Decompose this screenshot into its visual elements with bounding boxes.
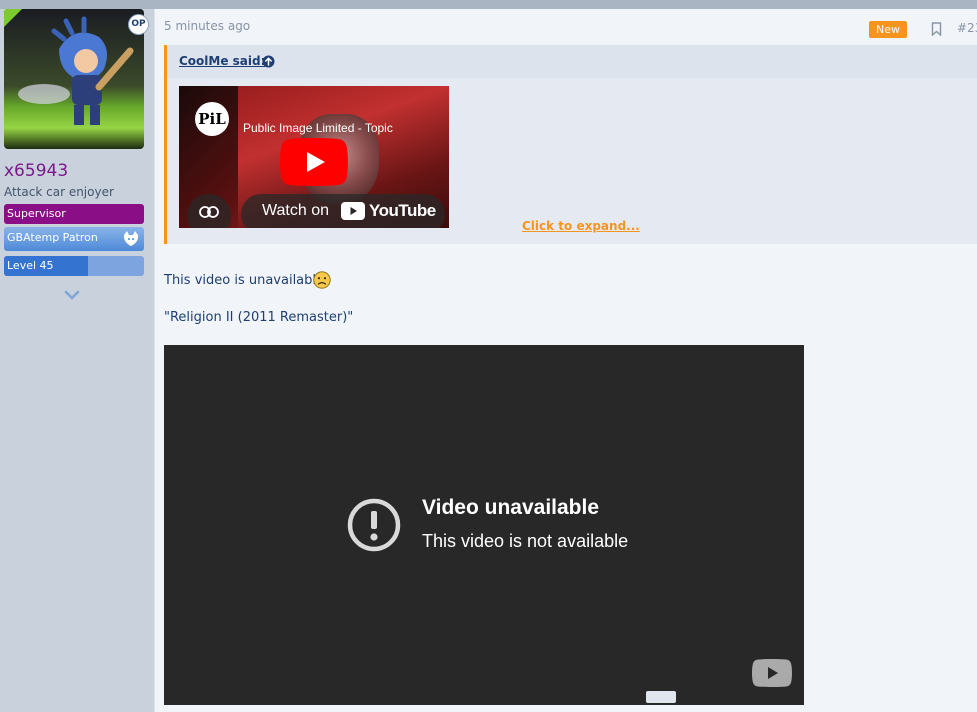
resize-handle[interactable] xyxy=(646,691,676,703)
avatar-character-icon xyxy=(18,16,134,125)
click-to-expand-link[interactable]: Click to expand... xyxy=(522,219,640,233)
youtube-logo-icon[interactable] xyxy=(752,659,792,687)
username[interactable]: x65943 xyxy=(4,161,68,181)
link-icon xyxy=(199,206,219,218)
video-title[interactable]: Public Image Limited - Topic xyxy=(243,121,393,135)
post-number[interactable]: #23 xyxy=(957,21,977,35)
patron-banner: GBAtemp Patron xyxy=(4,227,144,251)
top-strip xyxy=(0,0,977,9)
user-title: Attack car enjoyer xyxy=(4,185,114,199)
chevron-down-icon[interactable] xyxy=(64,289,80,301)
op-badge: OP xyxy=(129,15,148,34)
worried-face-emoji-icon xyxy=(313,271,331,289)
exclamation-circle-icon xyxy=(347,498,401,552)
embed-error-title: Video unavailable xyxy=(422,496,600,519)
quote-author-link[interactable]: CoolMe said: xyxy=(179,54,265,68)
youtube-wordmark: YouTube xyxy=(369,201,436,220)
bookmark-icon[interactable] xyxy=(931,22,942,36)
youtube-logo-icon xyxy=(341,202,365,220)
youtube-video-thumbnail[interactable]: PiL Public Image Limited - Topic Watch o… xyxy=(179,86,449,228)
post-timestamp[interactable]: 5 minutes ago xyxy=(164,19,250,33)
arrow-up-circle-icon[interactable] xyxy=(262,55,275,68)
post: 5 minutes ago New #23 CoolMe said: PiL P… xyxy=(154,9,977,712)
post-text-line: This video is unavailable xyxy=(164,273,325,288)
supervisor-banner-label: Supervisor xyxy=(7,207,66,220)
user-sidebar: OP x65943 Attack car enjoyer Supervisor … xyxy=(0,9,150,712)
watch-on-label: Watch on xyxy=(262,202,329,219)
quote-block: CoolMe said: PiL Public Image Limited - … xyxy=(164,45,977,244)
supervisor-banner: Supervisor xyxy=(4,204,144,224)
patron-banner-label: GBAtemp Patron xyxy=(7,231,98,244)
channel-avatar[interactable]: PiL xyxy=(195,102,229,136)
post-text-song-title: "Religion II (2011 Remaster)" xyxy=(164,310,354,325)
avatar[interactable] xyxy=(4,9,144,149)
quote-header xyxy=(167,45,977,78)
youtube-embed-unavailable[interactable]: Video unavailable This video is not avai… xyxy=(164,345,804,705)
level-banner-label: Level 45 xyxy=(7,259,54,272)
level-banner: Level 45 xyxy=(4,256,144,276)
play-button-icon[interactable] xyxy=(280,138,348,186)
patron-mascot-icon xyxy=(123,231,139,246)
new-badge: New xyxy=(869,21,907,38)
embed-error-subtitle: This video is not available xyxy=(422,531,629,551)
